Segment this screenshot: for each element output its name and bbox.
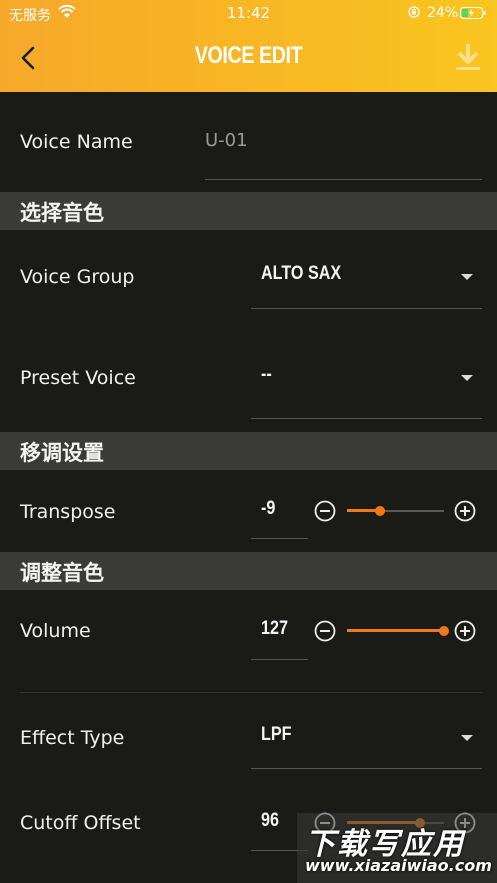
minus-circle-icon[interactable]	[314, 500, 336, 522]
download-button[interactable]	[452, 40, 484, 74]
volume-label: Volume	[20, 620, 91, 642]
cutoff-offset-value: 96	[261, 810, 279, 831]
preset-voice-underline	[251, 418, 482, 419]
row-divider	[20, 692, 482, 693]
battery-icon	[460, 7, 486, 19]
chevron-down-icon	[461, 735, 473, 741]
section-title: 调整音色	[20, 561, 104, 585]
download-icon	[456, 44, 480, 70]
transpose-underline	[251, 538, 308, 539]
chevron-left-icon	[21, 46, 35, 70]
battery-percent: 24%	[427, 5, 459, 21]
volume-value: 127	[261, 618, 288, 639]
volume-underline	[251, 659, 308, 660]
chevron-down-icon	[461, 375, 473, 381]
back-button[interactable]	[14, 44, 42, 72]
effect-type-value: LPF	[261, 724, 292, 745]
chevron-down-icon	[461, 274, 473, 280]
transpose-slider[interactable]	[347, 501, 444, 521]
effect-type-underline	[251, 768, 482, 769]
cutoff-offset-label: Cutoff Offset	[20, 812, 141, 834]
plus-circle-icon[interactable]	[454, 620, 476, 642]
clock-time: 11:42	[226, 4, 271, 22]
status-bar: 无服务 11:42 24%	[0, 0, 497, 26]
slider-thumb[interactable]	[439, 626, 449, 636]
voice-name-input[interactable]: U-01	[205, 130, 248, 151]
voice-group-underline	[251, 308, 482, 309]
section-header-select-voice: 选择音色	[0, 192, 497, 230]
voice-name-underline	[205, 179, 482, 180]
section-header-adjust-voice: 调整音色	[0, 552, 497, 590]
effect-type-dropdown[interactable]: LPF	[251, 715, 482, 769]
watermark-overlay: 下载写应用 www.xiazaiwiao.com	[297, 813, 497, 883]
minus-circle-icon[interactable]	[314, 620, 336, 642]
plus-circle-icon[interactable]	[454, 500, 476, 522]
voice-name-label: Voice Name	[20, 131, 133, 153]
volume-slider[interactable]	[347, 621, 449, 641]
slider-thumb[interactable]	[374, 506, 385, 516]
preset-voice-value: --	[261, 364, 272, 385]
section-header-transpose: 移调设置	[0, 432, 497, 470]
preset-voice-label: Preset Voice	[20, 367, 136, 389]
effect-type-label: Effect Type	[20, 727, 125, 749]
slider-fill	[347, 629, 444, 632]
app-header: 无服务 11:42 24% VOICE EDIT	[0, 0, 497, 92]
voice-group-dropdown[interactable]: ALTO SAX	[251, 255, 482, 309]
voice-group-value: ALTO SAX	[261, 263, 342, 284]
preset-voice-dropdown[interactable]: --	[251, 355, 482, 419]
transpose-label: Transpose	[20, 501, 116, 523]
section-title: 移调设置	[20, 441, 104, 465]
voice-group-label: Voice Group	[20, 266, 135, 288]
watermark-url: www.xiazaiwiao.com	[305, 856, 492, 875]
page-title: VOICE EDIT	[194, 42, 303, 69]
rotation-lock-icon	[408, 6, 420, 18]
transpose-value: -9	[261, 498, 276, 519]
section-title: 选择音色	[20, 201, 104, 225]
